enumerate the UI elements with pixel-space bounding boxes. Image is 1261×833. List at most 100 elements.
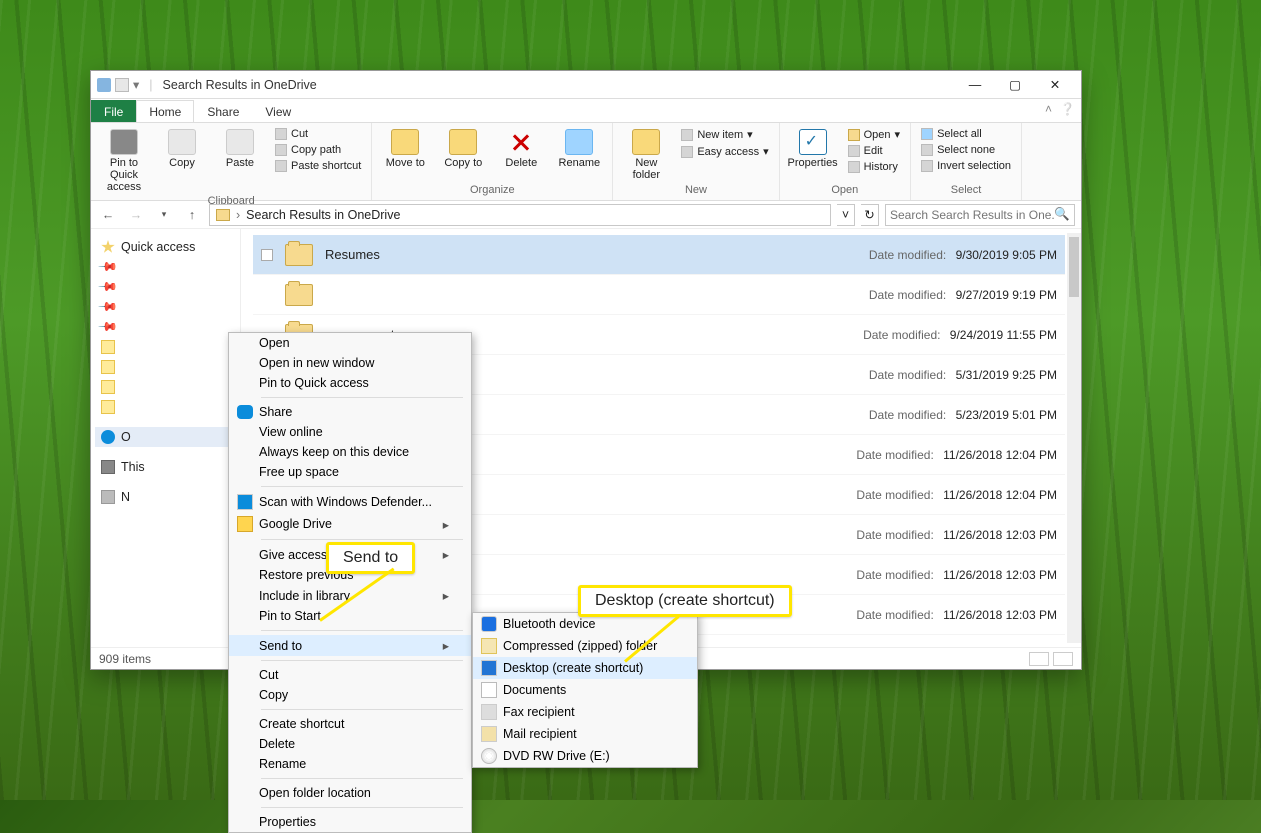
ctx-always-keep[interactable]: Always keep on this device <box>229 442 471 462</box>
ctx-include-library[interactable]: Include in library▸ <box>229 585 471 606</box>
select-none-button[interactable]: Select none <box>917 143 1015 157</box>
file-row[interactable]: xxxxxxxxxDate modified: 9/27/2019 9:19 P… <box>253 275 1065 315</box>
sidebar-item-recent[interactable] <box>95 377 236 397</box>
nav-up-button[interactable]: ↑ <box>181 204 203 226</box>
nav-recent-button[interactable]: ▾ <box>153 204 175 226</box>
app-icon <box>97 78 111 92</box>
ctx-share[interactable]: Share <box>229 402 471 422</box>
ctx-open-new-window[interactable]: Open in new window <box>229 353 471 373</box>
sidebar-item-recent[interactable] <box>95 357 236 377</box>
date-modified: Date modified: 11/26/2018 12:04 PM <box>856 448 1057 462</box>
sidebar-item-quick-access[interactable]: Quick access <box>95 237 236 257</box>
ctx-open-location[interactable]: Open folder location <box>229 783 471 803</box>
refresh-button[interactable]: ↻ <box>861 204 879 226</box>
recent-icon <box>101 360 115 374</box>
ctx-free-up[interactable]: Free up space <box>229 462 471 482</box>
sidebar-item-pinned[interactable]: 📌 <box>95 317 236 337</box>
new-folder-button[interactable]: New folder <box>619 127 673 183</box>
breadcrumb[interactable]: › Search Results in OneDrive <box>209 204 831 226</box>
copy-to-button[interactable]: Copy to <box>436 127 490 171</box>
onedrive-icon <box>101 430 115 444</box>
sendto-desktop-shortcut[interactable]: Desktop (create shortcut) <box>473 657 697 679</box>
sendto-zip[interactable]: Compressed (zipped) folder <box>473 635 697 657</box>
recent-icon <box>101 400 115 414</box>
select-all-button[interactable]: Select all <box>917 127 1015 141</box>
search-input[interactable] <box>890 208 1054 222</box>
nav-back-button[interactable]: ← <box>97 204 119 226</box>
date-modified: Date modified: 11/26/2018 12:03 PM <box>856 568 1057 582</box>
qat-icon[interactable] <box>115 78 129 92</box>
sidebar-item-network[interactable]: N <box>95 487 236 507</box>
ctx-send-to[interactable]: Send to▸ <box>229 635 471 656</box>
ctx-cut[interactable]: Cut <box>229 665 471 685</box>
search-box[interactable]: 🔍 <box>885 204 1075 226</box>
history-button[interactable]: History <box>844 160 904 174</box>
paste-shortcut-button[interactable]: Paste shortcut <box>271 159 365 173</box>
copy-path-button[interactable]: Copy path <box>271 143 365 157</box>
edit-button[interactable]: Edit <box>844 144 904 158</box>
nav-forward-button[interactable]: → <box>125 204 147 226</box>
ctx-create-shortcut[interactable]: Create shortcut <box>229 714 471 734</box>
pin-icon: 📌 <box>98 277 118 297</box>
sendto-fax[interactable]: Fax recipient <box>473 701 697 723</box>
tab-home[interactable]: Home <box>136 100 194 122</box>
properties-button[interactable]: Properties <box>786 127 840 171</box>
ctx-properties[interactable]: Properties <box>229 812 471 832</box>
sidebar-item-pinned[interactable]: 📌 <box>95 257 236 277</box>
new-item-button[interactable]: New item ▾ <box>677 127 772 142</box>
scrollbar[interactable] <box>1067 233 1081 643</box>
group-new-label: New <box>619 184 772 198</box>
ctx-copy[interactable]: Copy <box>229 685 471 705</box>
date-modified: Date modified: 5/31/2019 9:25 PM <box>869 368 1057 382</box>
close-button[interactable]: ✕ <box>1035 71 1075 99</box>
invert-selection-button[interactable]: Invert selection <box>917 159 1015 173</box>
sidebar-item-this-pc[interactable]: This <box>95 457 236 477</box>
file-row[interactable]: ResumesDate modified: 9/30/2019 9:05 PM <box>253 235 1065 275</box>
tab-file[interactable]: File <box>91 100 136 122</box>
tab-view[interactable]: View <box>252 100 304 122</box>
view-icons-button[interactable] <box>1053 652 1073 666</box>
collapse-ribbon-icon[interactable]: ˄ <box>1045 102 1052 116</box>
delete-button[interactable]: Delete <box>494 127 548 171</box>
ctx-google-drive[interactable]: Google Drive▸ <box>229 513 471 535</box>
tab-share[interactable]: Share <box>194 100 252 122</box>
view-details-button[interactable] <box>1029 652 1049 666</box>
ctx-delete[interactable]: Delete <box>229 734 471 754</box>
maximize-button[interactable]: ▢ <box>995 71 1035 99</box>
qat-dropdown[interactable]: ▾ <box>133 77 139 92</box>
sidebar-item-onedrive[interactable]: O <box>95 427 236 447</box>
move-to-button[interactable]: Move to <box>378 127 432 171</box>
pin-quick-button[interactable]: Pin to Quick access <box>97 127 151 195</box>
sidebar-item-recent[interactable] <box>95 337 236 357</box>
date-modified: Date modified: 11/26/2018 12:04 PM <box>856 488 1057 502</box>
copy-button[interactable]: Copy <box>155 127 209 171</box>
ctx-rename[interactable]: Rename <box>229 754 471 774</box>
checkbox[interactable] <box>261 249 273 261</box>
sidebar-item-pinned[interactable]: 📌 <box>95 277 236 297</box>
sidebar-item-recent[interactable] <box>95 397 236 417</box>
ctx-defender[interactable]: Scan with Windows Defender... <box>229 491 471 513</box>
sendto-mail[interactable]: Mail recipient <box>473 723 697 745</box>
ctx-view-online[interactable]: View online <box>229 422 471 442</box>
cut-button[interactable]: Cut <box>271 127 365 141</box>
fax-icon <box>481 704 497 720</box>
ribbon: Pin to Quick access Copy Paste Cut Copy … <box>91 123 1081 201</box>
search-icon: 🔍 <box>1054 207 1070 222</box>
ctx-pin-start[interactable]: Pin to Start <box>229 606 471 626</box>
send-to-submenu: Bluetooth device Compressed (zipped) fol… <box>472 612 698 768</box>
sendto-dvd[interactable]: DVD RW Drive (E:) <box>473 745 697 767</box>
help-icon[interactable]: ❔ <box>1060 102 1075 116</box>
zip-icon <box>481 638 497 654</box>
address-dropdown[interactable]: ˅ <box>837 204 855 226</box>
rename-button[interactable]: Rename <box>552 127 606 171</box>
open-button[interactable]: Open ▾ <box>844 127 904 142</box>
sidebar-item-pinned[interactable]: 📌 <box>95 297 236 317</box>
paste-button[interactable]: Paste <box>213 127 267 171</box>
mail-icon <box>481 726 497 742</box>
easy-access-button[interactable]: Easy access ▾ <box>677 144 772 159</box>
ribbon-tabs: File Home Share View ˄ ❔ <box>91 99 1081 123</box>
ctx-pin-quick[interactable]: Pin to Quick access <box>229 373 471 393</box>
minimize-button[interactable]: — <box>955 71 995 99</box>
sendto-documents[interactable]: Documents <box>473 679 697 701</box>
ctx-open[interactable]: Open <box>229 333 471 353</box>
